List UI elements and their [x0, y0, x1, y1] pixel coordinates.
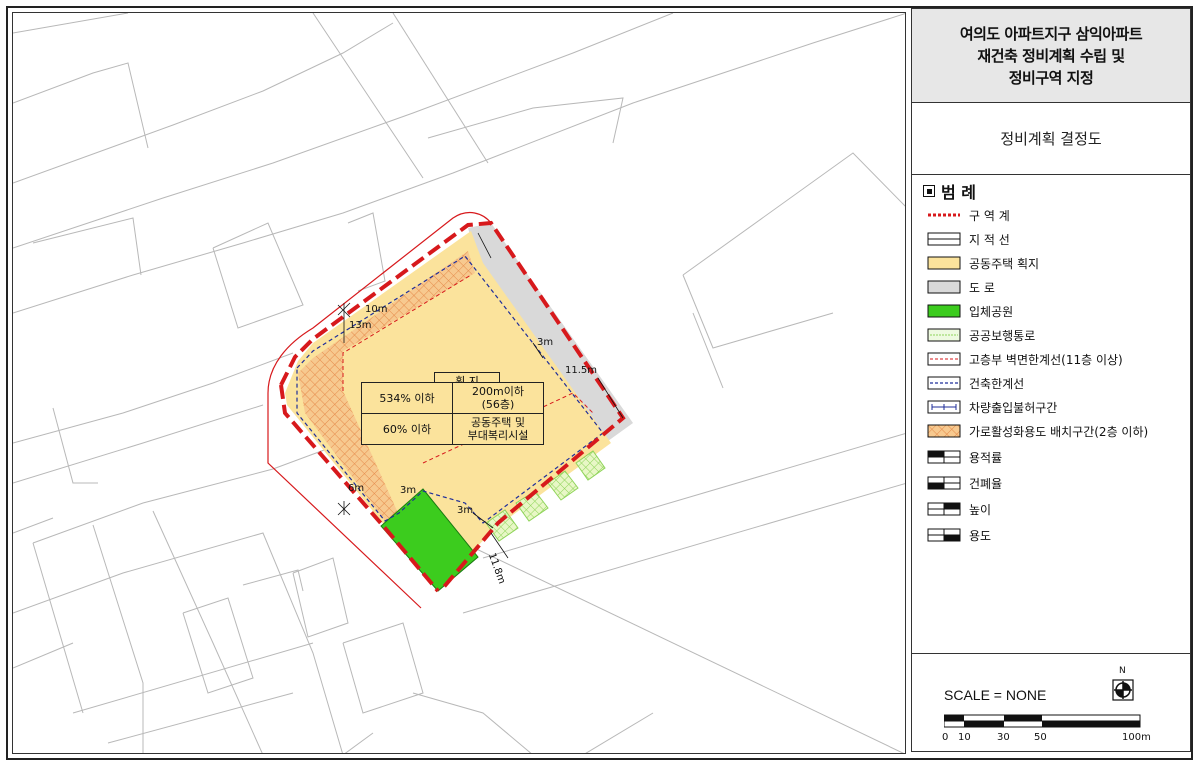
- plan-subtitle: 정비계획 결정도: [1000, 129, 1102, 148]
- scale-tick-30: 30: [997, 732, 1010, 743]
- title-line-3: 정비구역 지정: [1008, 68, 1094, 87]
- scale-section: N SCALE = NONE 0 10 30 50 100m: [912, 653, 1190, 754]
- street-activation-icon: [927, 424, 961, 438]
- legend-item-street-activation: 가로활성화용도 배치구간(2층 이하): [927, 423, 1148, 439]
- legend-item-building-coverage: 건폐율: [927, 475, 1002, 491]
- cadastral-line-icon: [927, 232, 961, 246]
- legend-item-apartment-lot: 공동주택 획지: [927, 255, 1039, 271]
- road-icon: [927, 280, 961, 294]
- district-boundary-icon: [928, 213, 960, 217]
- legend-heading-text: 범 례: [941, 183, 977, 202]
- building-limit-icon: [927, 376, 961, 390]
- scale-tick-50: 50: [1034, 732, 1047, 743]
- legend-item-use: 용도: [927, 527, 991, 543]
- building-coverage-icon: [927, 476, 961, 490]
- legend-item-road: 도 로: [927, 279, 995, 295]
- use-icon: [927, 528, 961, 542]
- upper-wall-limit-icon: [927, 352, 961, 366]
- dim-3m-a: 3m: [537, 337, 554, 348]
- legend-heading: 범 례: [923, 179, 976, 203]
- no-vehicle-entry-icon: [927, 400, 961, 414]
- scale-tick-100m: 100m: [1122, 732, 1151, 743]
- title-box: 여의도 아파트지구 삼익아파트 재건축 정비계획 수립 및 정비구역 지정: [912, 9, 1190, 103]
- legend-item-height: 높이: [927, 501, 991, 517]
- legend-item-cadastral-line: 지 적 선: [927, 231, 1010, 247]
- north-arrow-icon: [1112, 679, 1134, 701]
- scale-text: SCALE = NONE: [944, 687, 1047, 703]
- legend-item-building-limit: 건축한계선: [927, 375, 1024, 391]
- legend-item-no-vehicle-entry: 차량출입불허구간: [927, 399, 1057, 415]
- scale-tick-10: 10: [958, 732, 971, 743]
- use-cell: 공동주택 및 부대복리시설: [452, 413, 544, 445]
- dim-3m-c: 3m: [457, 505, 474, 516]
- lot-info-table: 534% 이하 200m이하 (56층) 60% 이하 공동주택 및 부대복리시설: [361, 382, 544, 445]
- dim-11-5m: 11.5m: [565, 365, 598, 376]
- title-line-1: 여의도 아파트지구 삼익아파트: [959, 24, 1143, 43]
- title-line-2: 재건축 정비계획 수립 및: [977, 46, 1125, 65]
- apartment-lot-icon: [927, 256, 961, 270]
- legend-square-icon: [923, 185, 935, 197]
- map-area[interactable]: 10m 13m 3m 11.5m 6m 3m 3m 11.8m 획 지 534%…: [12, 12, 906, 754]
- floor-area-ratio-icon: [927, 450, 961, 464]
- height-icon: [927, 502, 961, 516]
- subtitle-box: 정비계획 결정도: [912, 102, 1190, 175]
- legend-item-upper-wall-limit: 고층부 벽면한계선(11층 이상): [927, 351, 1123, 367]
- legend-item-floor-area-ratio: 용적률: [927, 449, 1002, 465]
- dim-10m: 10m: [365, 304, 388, 315]
- dim-6m: 6m: [348, 483, 365, 494]
- pedestrian-path-icon: [927, 328, 961, 342]
- dim-3m-b: 3m: [400, 485, 417, 496]
- legend-item-pedestrian-path: 공공보행통로: [927, 327, 1035, 343]
- scale-tick-0: 0: [942, 732, 949, 743]
- floor-area-ratio-cell: 534% 이하: [361, 382, 453, 414]
- side-panel: 여의도 아파트지구 삼익아파트 재건축 정비계획 수립 및 정비구역 지정 정비…: [911, 8, 1191, 752]
- north-label: N: [1119, 666, 1126, 676]
- legend-item-district-boundary: 구 역 계: [927, 207, 1010, 223]
- height-cell: 200m이하 (56층): [452, 382, 544, 414]
- coverage-ratio-cell: 60% 이하: [361, 413, 453, 445]
- dim-13m: 13m: [349, 320, 372, 331]
- park-icon: [927, 304, 961, 318]
- legend-item-park: 입체공원: [927, 303, 1013, 319]
- scale-bar: [944, 714, 1141, 728]
